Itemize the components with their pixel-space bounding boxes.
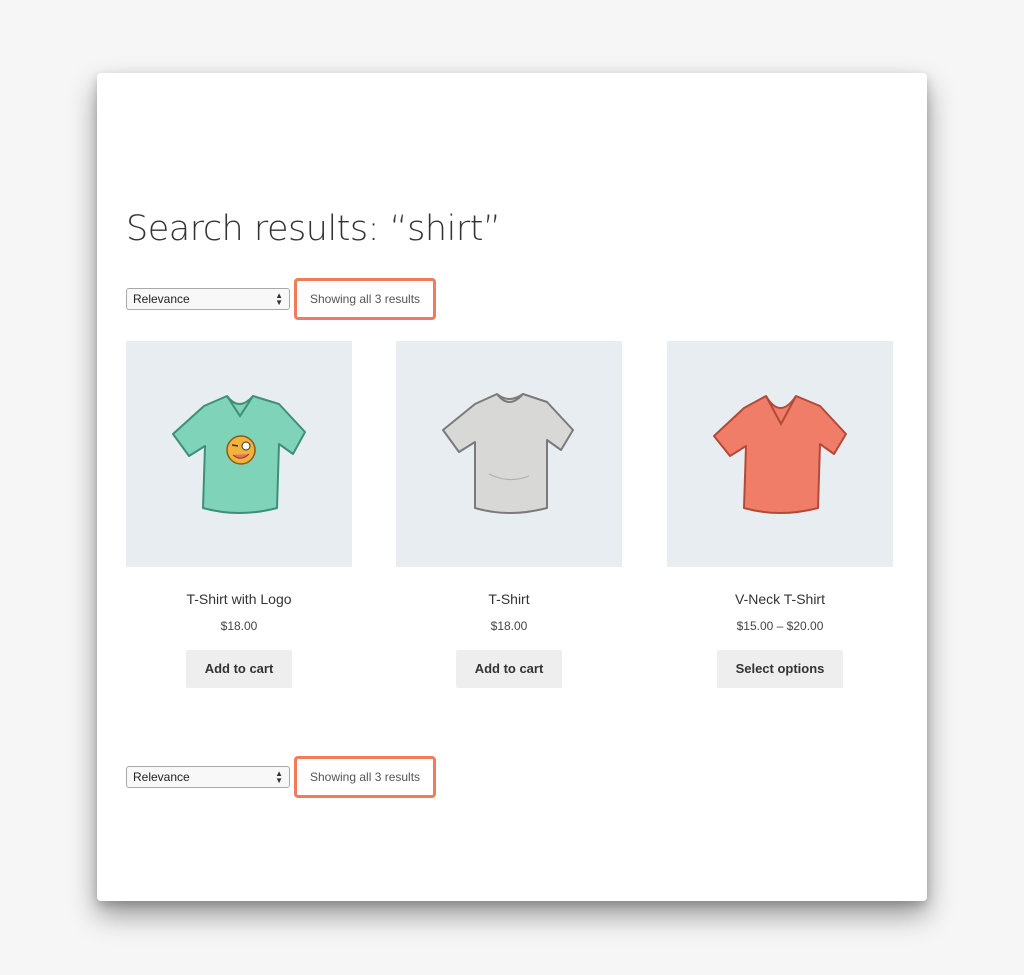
search-results-card: Search results: “shirt” Relevance ▲ ▼ Sho… [97, 73, 927, 901]
product-thumbnail[interactable] [126, 341, 352, 567]
sort-select-value: Relevance [133, 292, 190, 306]
product-price: $15.00 – $20.00 [736, 619, 824, 633]
tshirt-image [442, 393, 574, 514]
add-to-cart-button[interactable]: Add to cart [455, 650, 563, 688]
sort-select-value: Relevance [133, 770, 190, 784]
sort-select-bottom[interactable]: Relevance ▲ ▼ [126, 766, 290, 788]
tshirt-logo-image [172, 395, 306, 514]
product-price: $18.00 [220, 619, 258, 633]
page-title: Search results: “shirt” [126, 209, 501, 249]
product-card: V-Neck T-Shirt $15.00 – $20.00 Select op… [667, 341, 893, 688]
product-thumbnail[interactable] [396, 341, 622, 567]
product-name[interactable]: T-Shirt [396, 591, 622, 607]
product-price: $18.00 [490, 619, 528, 633]
product-card: T-Shirt with Logo $18.00 Add to cart [126, 341, 352, 688]
product-name[interactable]: T-Shirt with Logo [126, 591, 352, 607]
vneck-tshirt-image [713, 395, 847, 514]
select-arrows-icon: ▲ ▼ [275, 291, 283, 307]
product-name[interactable]: V-Neck T-Shirt [667, 591, 893, 607]
select-options-button[interactable]: Select options [716, 650, 844, 688]
result-count-bottom: Showing all 3 results [294, 756, 437, 798]
select-arrows-icon: ▲ ▼ [275, 769, 283, 785]
ordering-bar-top: Relevance ▲ ▼ Showing all 3 results [126, 278, 437, 320]
sort-select-top[interactable]: Relevance ▲ ▼ [126, 288, 290, 310]
result-count-top: Showing all 3 results [294, 278, 437, 320]
ordering-bar-bottom: Relevance ▲ ▼ Showing all 3 results [126, 756, 437, 798]
add-to-cart-button[interactable]: Add to cart [185, 650, 293, 688]
product-thumbnail[interactable] [667, 341, 893, 567]
product-card: T-Shirt $18.00 Add to cart [396, 341, 622, 688]
